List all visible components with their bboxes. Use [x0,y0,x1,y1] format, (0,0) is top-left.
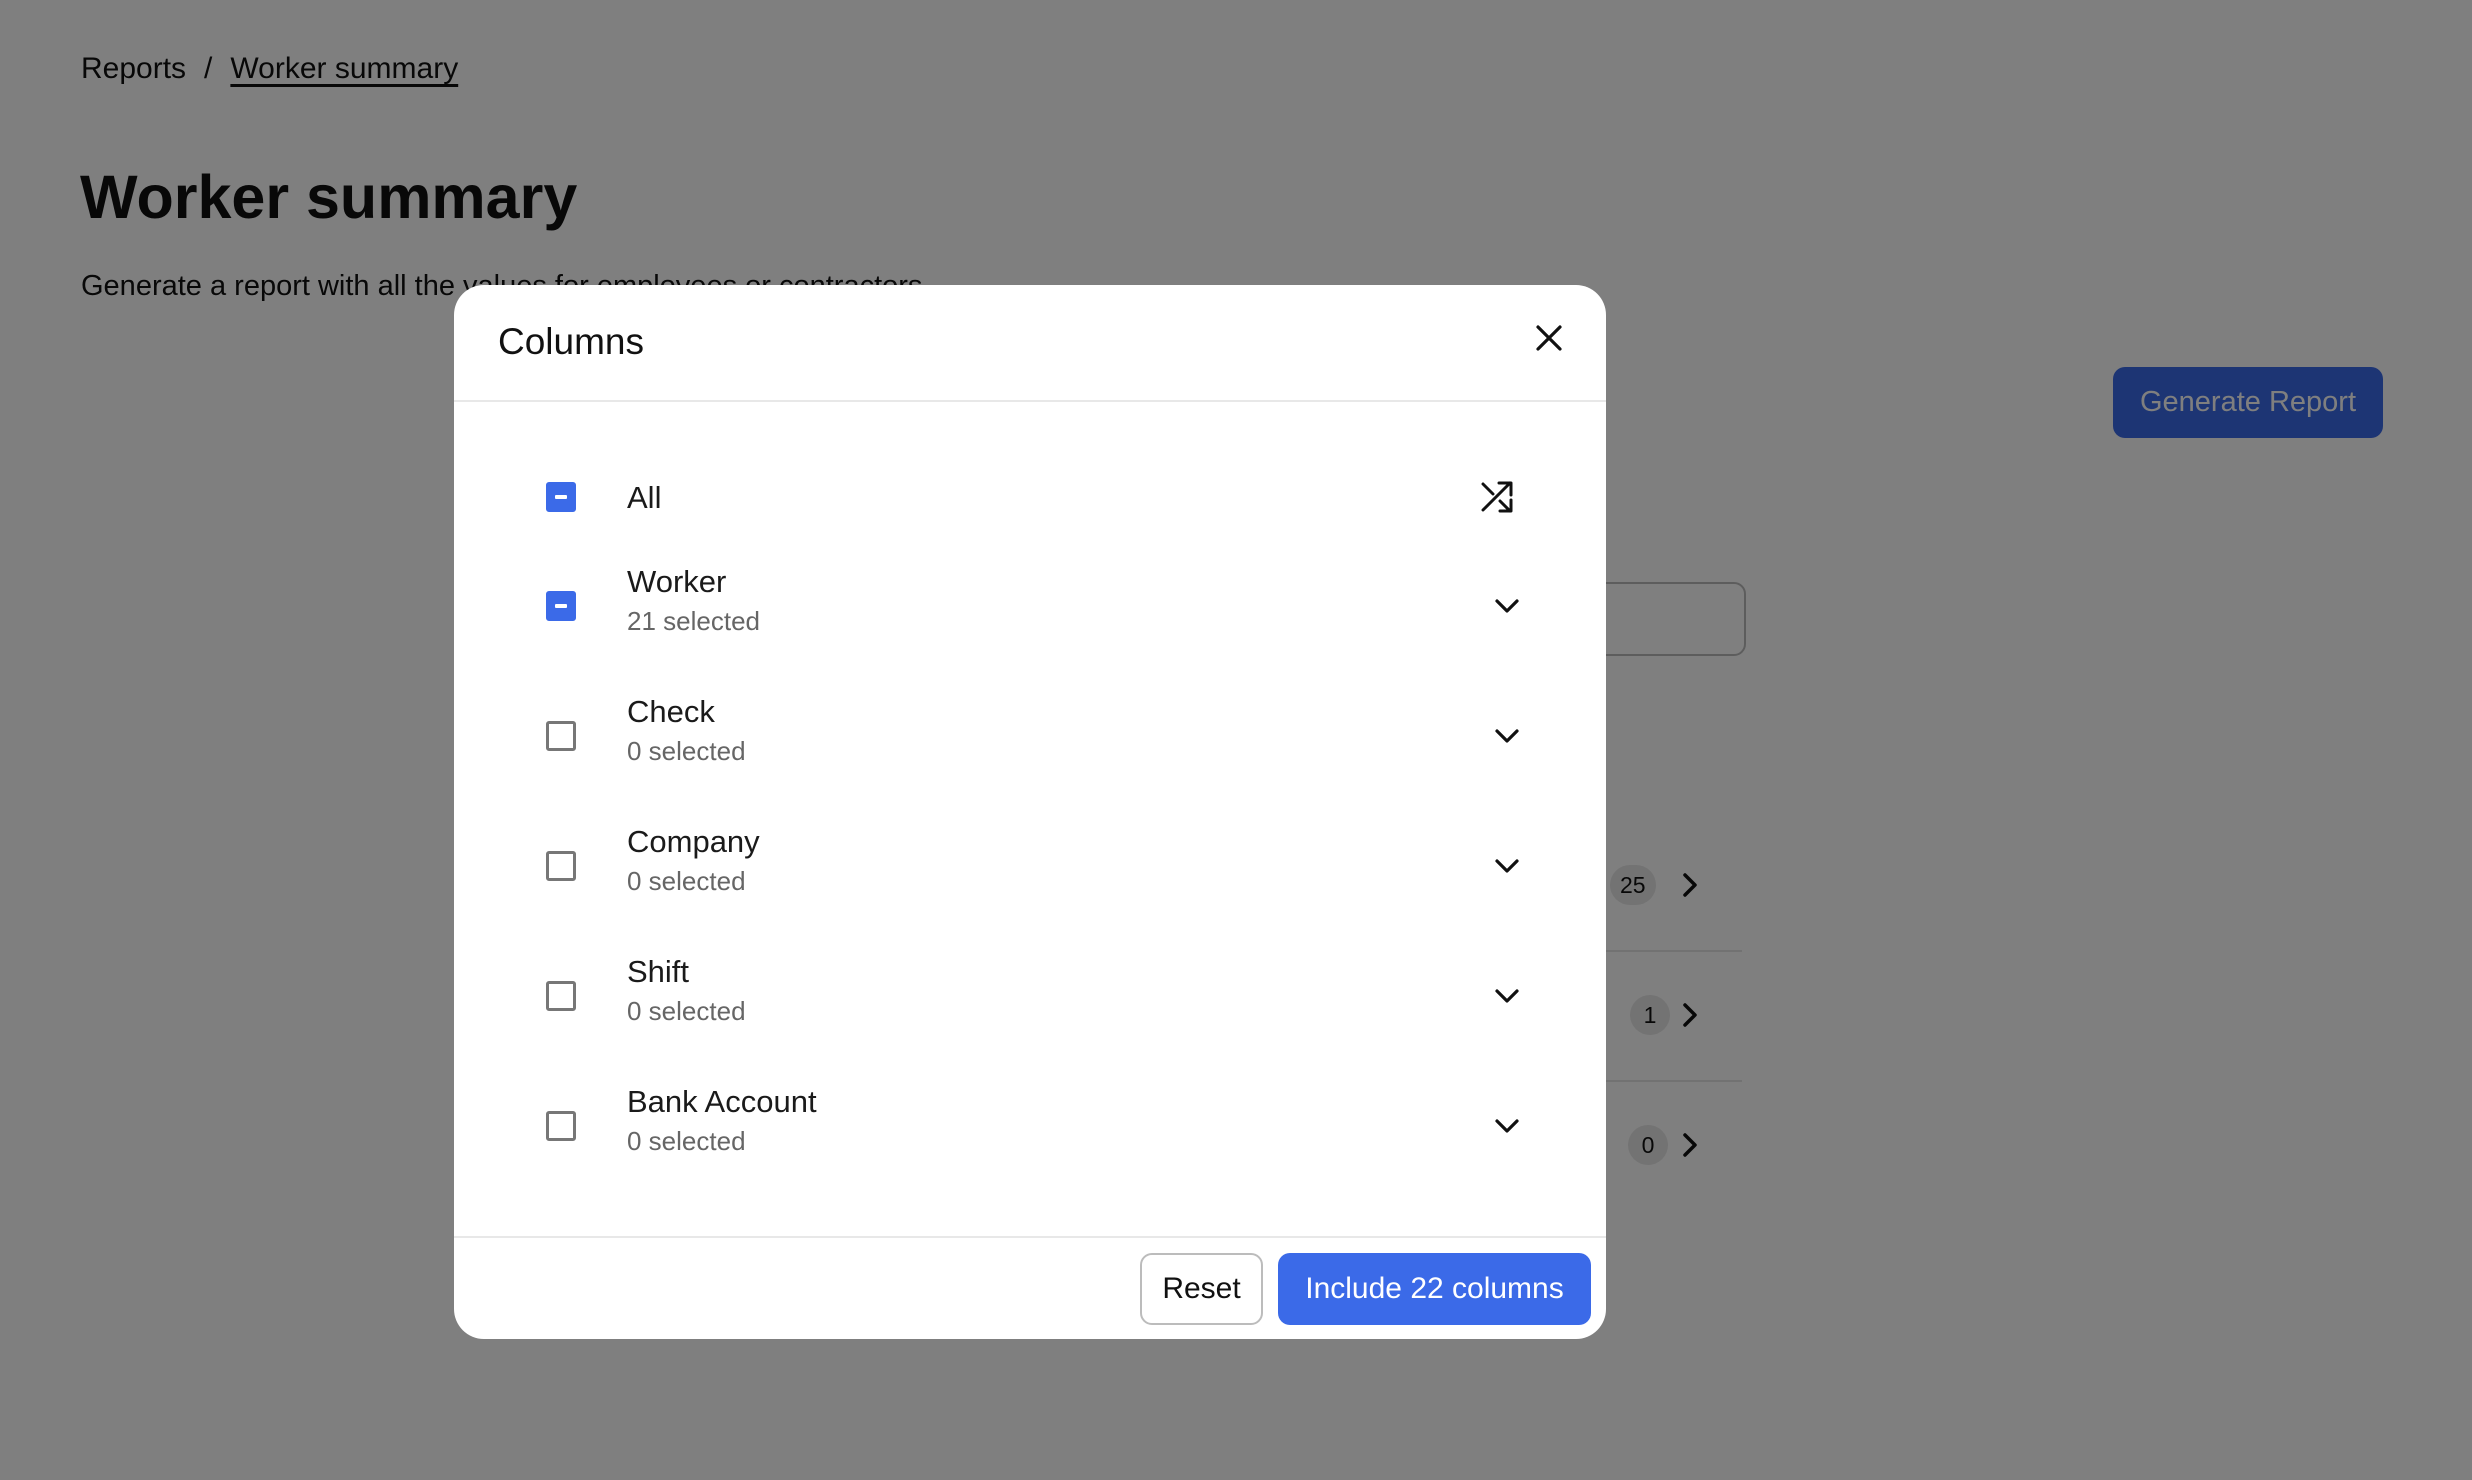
shuffle-icon [1481,481,1513,513]
group-label: Check [627,694,715,729]
group-label: Company [627,824,760,859]
dialog-header: Columns [454,285,1606,402]
column-option-all[interactable]: All [454,442,1606,552]
bank-account-checkbox[interactable] [546,1111,576,1141]
expand-button[interactable] [1487,846,1527,886]
column-group-worker[interactable]: Worker 21 selected [454,552,1606,662]
dialog-title: Columns [498,321,644,362]
expand-button[interactable] [1487,1106,1527,1146]
group-label: Bank Account [627,1084,817,1119]
group-label: Shift [627,954,690,989]
chevron-down-icon [1495,859,1519,873]
chevron-down-icon [1495,989,1519,1003]
dialog-footer: Reset Include 22 columns [454,1236,1606,1339]
close-button[interactable] [1526,315,1572,361]
columns-dialog: Columns All Worker 21 selected Check 0 s… [454,285,1606,1339]
column-group-company[interactable]: Company 0 selected [454,812,1606,922]
all-label: All [627,480,662,515]
column-group-shift[interactable]: Shift 0 selected [454,942,1606,1052]
column-group-check[interactable]: Check 0 selected [454,682,1606,792]
check-checkbox[interactable] [546,721,576,751]
all-checkbox[interactable] [546,482,576,512]
include-columns-button[interactable]: Include 22 columns [1278,1253,1591,1325]
group-selected-count: 0 selected [627,866,746,896]
close-icon [1536,325,1562,351]
expand-button[interactable] [1487,976,1527,1016]
company-checkbox[interactable] [546,851,576,881]
shuffle-button[interactable] [1474,474,1520,520]
worker-checkbox[interactable] [546,591,576,621]
column-group-bank-account[interactable]: Bank Account 0 selected [454,1072,1606,1182]
dialog-body: All Worker 21 selected Check 0 selected … [454,402,1606,1238]
group-selected-count: 21 selected [627,606,760,636]
report-page: Reports / Worker summary Worker summary … [0,0,2472,1480]
shift-checkbox[interactable] [546,981,576,1011]
chevron-down-icon [1495,729,1519,743]
expand-button[interactable] [1487,716,1527,756]
chevron-down-icon [1495,599,1519,613]
group-label: Worker [627,564,727,599]
expand-button[interactable] [1487,586,1527,626]
group-selected-count: 0 selected [627,1126,746,1156]
group-selected-count: 0 selected [627,996,746,1026]
group-selected-count: 0 selected [627,736,746,766]
chevron-down-icon [1495,1119,1519,1133]
reset-button[interactable]: Reset [1140,1253,1263,1325]
